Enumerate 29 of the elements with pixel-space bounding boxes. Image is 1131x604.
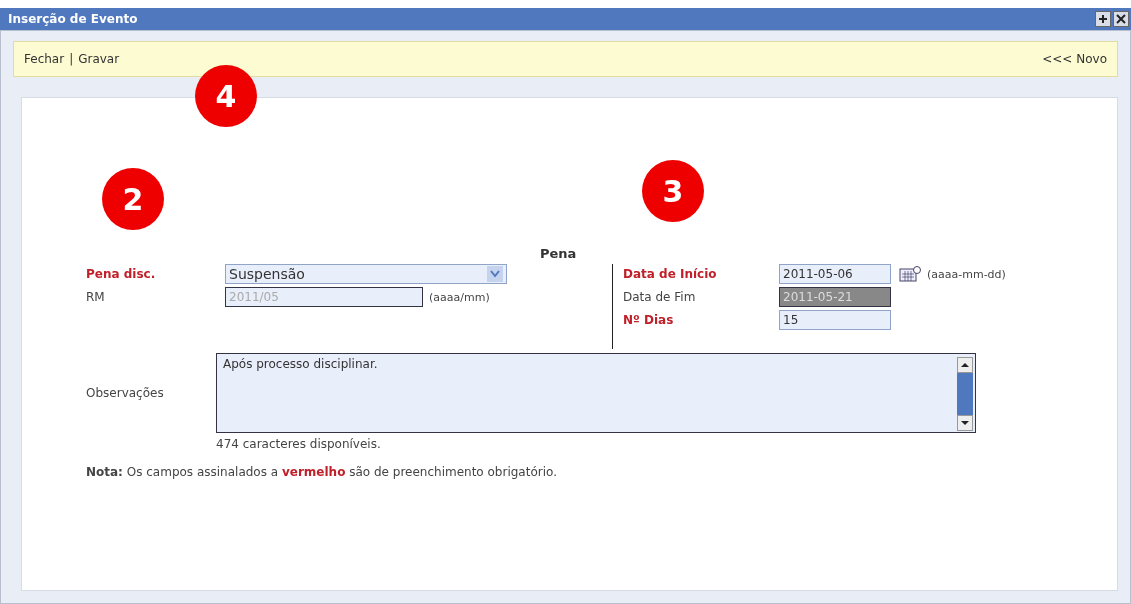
separator: | bbox=[69, 52, 74, 66]
scrollbar[interactable] bbox=[957, 357, 973, 431]
new-link[interactable]: <<< Novo bbox=[1042, 52, 1107, 66]
format-hint: (aaaa-mm-dd) bbox=[927, 267, 1006, 281]
observations-textarea[interactable]: Após processo disciplinar. bbox=[216, 353, 976, 433]
field-label: Nº Dias bbox=[623, 313, 675, 327]
field-label: Pena disc. bbox=[86, 267, 157, 281]
field-label: Data de Fim bbox=[623, 290, 697, 304]
restore-icon[interactable] bbox=[1095, 11, 1111, 27]
toolbar-link[interactable]: Gravar bbox=[78, 52, 120, 66]
note-text: Nota: Os campos assinalados a vermelho são de preenchimento obrigatório. bbox=[86, 465, 558, 479]
scroll-down-icon[interactable] bbox=[957, 415, 973, 431]
close-icon[interactable] bbox=[1113, 11, 1129, 27]
section-heading: Pena bbox=[540, 246, 577, 261]
scroll-up-icon[interactable] bbox=[957, 357, 973, 373]
caret-icon bbox=[487, 266, 503, 282]
number-badge: 2 bbox=[102, 168, 164, 230]
toolbar-link[interactable]: Fechar bbox=[24, 52, 65, 66]
window-title: Inserção de Evento bbox=[8, 12, 138, 26]
field-label: Data de Início bbox=[623, 267, 718, 281]
number-badge: 3 bbox=[642, 160, 704, 222]
character-counter: 474 caracteres disponíveis. bbox=[216, 437, 382, 451]
field-label: RM bbox=[86, 290, 106, 304]
calendar-icon[interactable] bbox=[899, 265, 921, 283]
field-label: Observações bbox=[86, 386, 165, 400]
dropdown-field[interactable]: Suspensão bbox=[225, 264, 507, 284]
input-field[interactable]: 15 bbox=[779, 310, 891, 330]
input-field[interactable]: 2011-05-06 bbox=[779, 264, 891, 284]
format-hint: (aaaa/mm) bbox=[429, 290, 490, 304]
